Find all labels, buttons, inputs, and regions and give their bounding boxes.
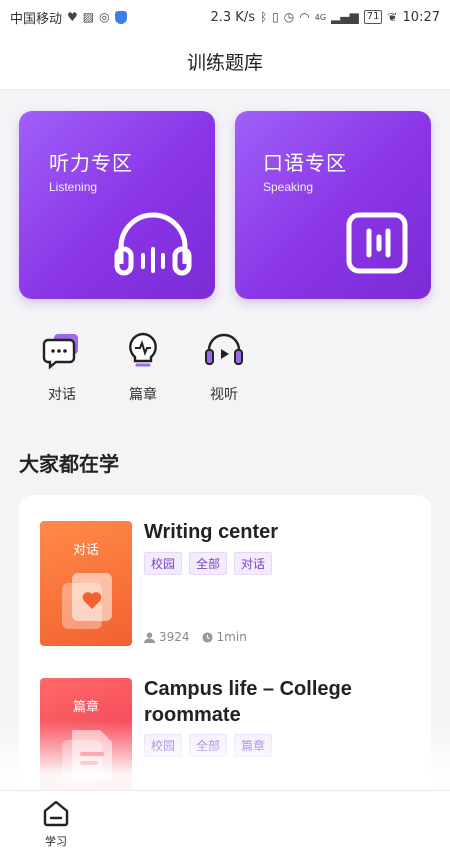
alarm-icon: ◷	[283, 10, 295, 24]
tag[interactable]: 对话	[234, 552, 273, 575]
tag[interactable]: 校园	[144, 552, 183, 575]
thumbnail-label: 对话	[72, 543, 99, 558]
list-item[interactable]: 对话 Writing center 校园 全部 对话 3924 1min	[40, 521, 415, 646]
section-title: 大家都在学	[19, 452, 119, 476]
bottom-nav: 学习	[0, 790, 450, 851]
shortcut-passage-label: 篇章	[129, 387, 157, 403]
shortcut-dialogue[interactable]: 对话	[32, 330, 92, 404]
course-duration: 1min	[216, 630, 247, 644]
main-content[interactable]: 听力专区 Listening 口语专区 Speaking 对话 篇章 视听 大家…	[0, 90, 450, 810]
clock: 10:27	[402, 9, 440, 25]
page-header: 训练题库	[0, 34, 450, 90]
speaking-card[interactable]: 口语专区 Speaking	[235, 111, 431, 299]
wifi-icon: ◠	[299, 10, 310, 24]
vibrate-icon: ▯	[272, 10, 279, 24]
carrier-label: 中国移动	[10, 11, 63, 27]
listening-card[interactable]: 听力专区 Listening	[19, 111, 215, 299]
activity-icon: ▨	[82, 10, 95, 24]
home-icon	[43, 800, 69, 827]
course-title: Writing center	[144, 521, 279, 543]
course-meta: 3924 1min	[144, 630, 247, 644]
course-thumbnail: 对话	[40, 521, 132, 646]
network-type: 4G	[314, 12, 327, 22]
speaking-card-subtitle: Speaking	[263, 180, 314, 194]
learner-count: 3924	[159, 630, 190, 644]
tag[interactable]: 全部	[189, 552, 228, 575]
video-headphones-icon	[205, 333, 243, 365]
qq-icon: ◎	[99, 10, 110, 24]
heart-icon: ♥	[67, 10, 78, 24]
lightbulb-icon	[129, 332, 157, 367]
page-title: 训练题库	[186, 52, 263, 74]
shield-icon	[114, 10, 127, 24]
clock-icon	[202, 631, 213, 643]
document-heart-icon	[62, 573, 112, 629]
chat-bubble-icon	[42, 334, 78, 370]
shortcut-audiovisual[interactable]: 视听	[194, 330, 254, 404]
bluetooth-icon: ᛒ	[259, 10, 268, 24]
battery-indicator: 71	[363, 10, 383, 24]
shortcut-passage[interactable]: 篇章	[113, 330, 173, 404]
tag-list: 校园 全部 对话	[144, 552, 273, 575]
thumbnail-label: 篇章	[72, 700, 99, 715]
listening-card-subtitle: Listening	[49, 180, 98, 194]
nav-item-study-label: 学习	[45, 835, 67, 848]
voice-icon	[346, 212, 408, 274]
speaking-card-title: 口语专区	[263, 151, 347, 175]
shortcut-dialogue-label: 对话	[48, 387, 76, 403]
status-bar: 中国移动 ♥ ▨ ◎ 2.3 K/s ᛒ ▯ ◷ ◠ 4G ▂▄▆ 71 ❦ 1…	[0, 0, 450, 34]
listening-card-title: 听力专区	[49, 151, 133, 175]
headphones-icon	[114, 212, 192, 276]
signal-icon: ▂▄▆	[331, 10, 359, 24]
person-icon	[144, 631, 155, 643]
shortcut-audiovisual-label: 视听	[210, 387, 238, 403]
network-speed: 2.3 K/s	[210, 9, 255, 25]
nav-item-study[interactable]: 学习	[36, 799, 76, 849]
leaf-icon: ❦	[387, 10, 398, 24]
